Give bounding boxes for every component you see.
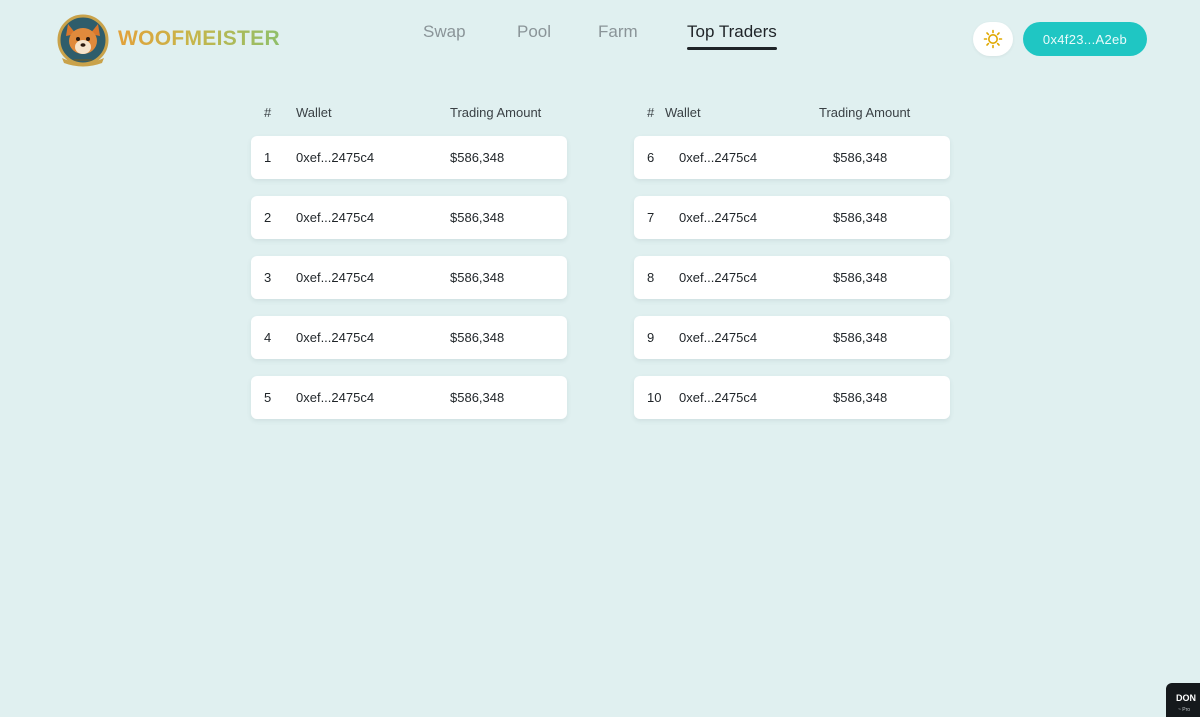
table-row: 5 0xef...2475c4 $586,348 — [251, 376, 567, 419]
table-row: 2 0xef...2475c4 $586,348 — [251, 196, 567, 239]
sun-icon — [983, 29, 1003, 49]
wallet-cell: 0xef...2475c4 — [296, 390, 375, 405]
rank-cell: 7 — [647, 210, 655, 225]
table-row: 3 0xef...2475c4 $586,348 — [251, 256, 567, 299]
table-row: 7 0xef...2475c4 $586,348 — [634, 196, 950, 239]
amount-cell: $586,348 — [450, 390, 505, 405]
right-col-amount-header: Trading Amount — [819, 105, 911, 120]
nav-pool[interactable]: Pool — [517, 22, 551, 50]
amount-cell: $586,348 — [833, 150, 888, 165]
rank-cell: 9 — [647, 330, 655, 345]
table-row: 10 0xef...2475c4 $586,348 — [634, 376, 950, 419]
rank-cell: 4 — [264, 330, 272, 345]
wallet-cell: 0xef...2475c4 — [296, 210, 375, 225]
main-nav: Swap Pool Farm Top Traders — [0, 22, 1200, 62]
left-col-amount-header: Trading Amount — [450, 105, 542, 120]
wallet-cell: 0xef...2475c4 — [296, 150, 375, 165]
theme-toggle-button[interactable] — [973, 22, 1013, 56]
nav-top-traders[interactable]: Top Traders — [687, 22, 777, 50]
nav-swap[interactable]: Swap — [423, 22, 466, 50]
rank-cell: 5 — [264, 390, 272, 405]
amount-cell: $586,348 — [833, 330, 888, 345]
corner-widget-subtitle: ~ Pro — [1178, 707, 1191, 713]
amount-cell: $586,348 — [450, 210, 505, 225]
wallet-cell: 0xef...2475c4 — [679, 150, 758, 165]
table-row: 6 0xef...2475c4 $586,348 — [634, 136, 950, 179]
nav-farm[interactable]: Farm — [598, 22, 638, 50]
amount-cell: $586,348 — [450, 270, 505, 285]
amount-cell: $586,348 — [450, 150, 505, 165]
amount-cell: $586,348 — [450, 330, 505, 345]
table-row: 9 0xef...2475c4 $586,348 — [634, 316, 950, 359]
corner-widget-button[interactable]: DON ~ Pro — [1166, 683, 1200, 717]
rank-cell: 10 — [647, 390, 662, 405]
wallet-cell: 0xef...2475c4 — [679, 330, 758, 345]
rank-cell: 1 — [264, 150, 272, 165]
left-col-rank-header: # — [264, 105, 272, 120]
wallet-connect-button[interactable]: 0x4f23...A2eb — [1023, 22, 1147, 56]
amount-cell: $586,348 — [833, 390, 888, 405]
right-col-wallet-header: Wallet — [665, 105, 701, 120]
wallet-cell: 0xef...2475c4 — [679, 270, 758, 285]
rank-cell: 8 — [647, 270, 655, 285]
amount-cell: $586,348 — [833, 270, 888, 285]
page: WOOFMEISTER Swap Pool Farm Top Traders 0… — [0, 0, 1200, 717]
rank-cell: 6 — [647, 150, 655, 165]
table-row: 8 0xef...2475c4 $586,348 — [634, 256, 950, 299]
wallet-cell: 0xef...2475c4 — [296, 270, 375, 285]
wallet-cell: 0xef...2475c4 — [679, 210, 758, 225]
table-row: 1 0xef...2475c4 $586,348 — [251, 136, 567, 179]
wallet-cell: 0xef...2475c4 — [679, 390, 758, 405]
wallet-cell: 0xef...2475c4 — [296, 330, 375, 345]
rank-cell: 3 — [264, 270, 272, 285]
rank-cell: 2 — [264, 210, 272, 225]
amount-cell: $586,348 — [833, 210, 888, 225]
corner-widget-title: DON — [1176, 693, 1196, 703]
table-row: 4 0xef...2475c4 $586,348 — [251, 316, 567, 359]
left-col-wallet-header: Wallet — [296, 105, 332, 120]
right-col-rank-header: # — [647, 105, 655, 120]
